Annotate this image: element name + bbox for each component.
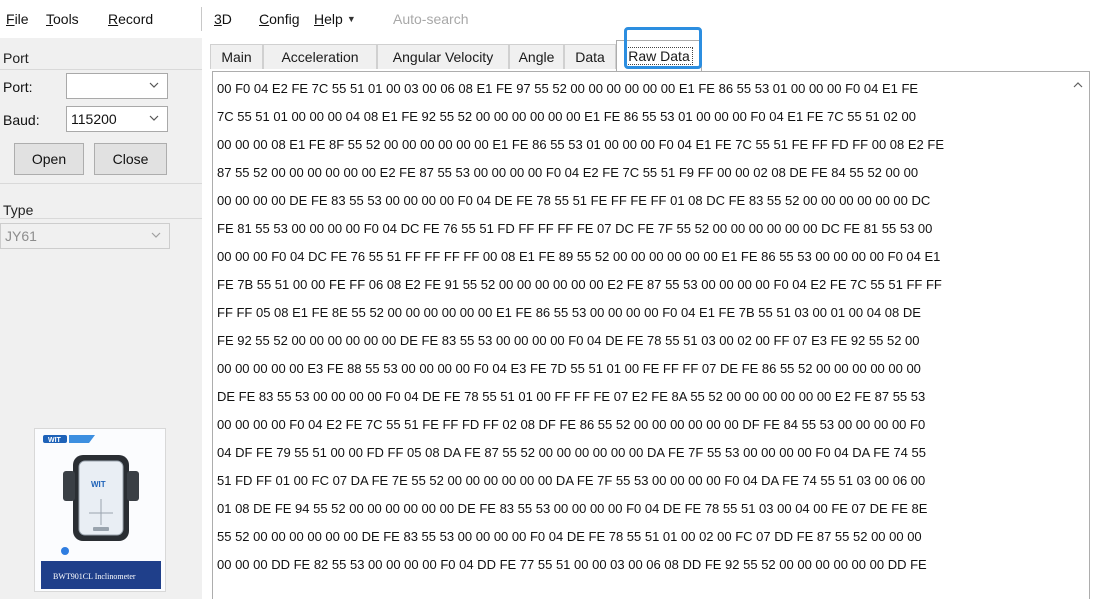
tab-raw-data[interactable]: Raw Data	[616, 40, 702, 71]
port-select[interactable]	[66, 73, 168, 99]
svg-text:WIT: WIT	[48, 437, 62, 444]
dropdown-caret-icon: ▼	[346, 14, 356, 24]
raw-data-line: 01 08 DE FE 94 55 52 00 00 00 00 00 00 D…	[217, 501, 928, 516]
type-value: JY61	[5, 228, 37, 244]
product-image: WIT WIT BWT901CL Inclinometer	[34, 428, 166, 592]
raw-data-line: 00 00 00 DD FE 82 55 53 00 00 00 00 F0 0…	[217, 557, 927, 572]
product-caption: BWT901CL Inclinometer	[53, 572, 136, 581]
open-button[interactable]: Open	[14, 143, 84, 175]
menu-auto-search: Auto-search	[393, 11, 469, 27]
svg-text:WIT: WIT	[91, 480, 106, 489]
tab-angular-velocity[interactable]: Angular Velocity	[377, 44, 509, 69]
menu-help[interactable]: Help ▼	[314, 11, 356, 27]
tab-angle[interactable]: Angle	[509, 44, 564, 69]
menu-bar: File Tools Record 3D Config Help ▼ Auto-s…	[0, 0, 1100, 38]
port-group-title: Port	[3, 50, 29, 66]
menu-config[interactable]: Config	[259, 11, 299, 27]
raw-data-line: FE 81 55 53 00 00 00 00 F0 04 DC FE 76 5…	[217, 221, 933, 236]
port-group-divider	[0, 69, 202, 70]
chevron-down-icon	[151, 232, 161, 238]
scroll-up-arrow-icon[interactable]	[1073, 81, 1083, 89]
chevron-down-icon	[149, 82, 159, 88]
menu-tools[interactable]: Tools	[46, 11, 79, 27]
menu-separator	[201, 7, 202, 31]
type-group-title: Type	[3, 202, 34, 218]
raw-data-line: 04 DF FE 79 55 51 00 00 FD FF 05 08 DA F…	[217, 445, 926, 460]
menu-3d[interactable]: 3D	[214, 11, 232, 27]
raw-data-line: 00 00 00 F0 04 DC FE 76 55 51 FF FF FF F…	[217, 249, 941, 264]
raw-data-line: 00 F0 04 E2 FE 7C 55 51 01 00 03 00 06 0…	[217, 81, 919, 96]
tab-data[interactable]: Data	[564, 44, 616, 69]
port-group-bottom-divider	[0, 183, 202, 184]
raw-data-line: 00 00 00 00 F0 04 E2 FE 7C 55 51 FE FF F…	[217, 417, 926, 432]
port-label: Port:	[3, 79, 33, 95]
raw-data-line: DE FE 83 55 53 00 00 00 00 F0 04 DE FE 7…	[217, 389, 926, 404]
raw-data-line: 55 52 00 00 00 00 00 00 DE FE 83 55 53 0…	[217, 529, 922, 544]
type-select[interactable]: JY61	[0, 223, 170, 249]
raw-data-line: FE 92 55 52 00 00 00 00 00 00 DE FE 83 5…	[217, 333, 920, 348]
baud-value: 115200	[71, 111, 117, 127]
raw-data-line: 51 FD FF 01 00 FC 07 DA FE 7E 55 52 00 0…	[217, 473, 926, 488]
menu-file[interactable]: File	[6, 11, 29, 27]
baud-label: Baud:	[3, 112, 40, 128]
raw-data-line: 87 55 52 00 00 00 00 00 00 E2 FE 87 55 5…	[217, 165, 919, 180]
close-button[interactable]: Close	[94, 143, 167, 175]
raw-data-line: 00 00 00 08 E1 FE 8F 55 52 00 00 00 00 0…	[217, 137, 945, 152]
raw-data-textbox[interactable]: 00 F0 04 E2 FE 7C 55 51 01 00 03 00 06 0…	[212, 71, 1090, 599]
raw-data-line: 7C 55 51 01 00 00 00 04 08 E1 FE 92 55 5…	[217, 109, 916, 124]
raw-data-line: FF FF 05 08 E1 FE 8E 55 52 00 00 00 00 0…	[217, 305, 921, 320]
raw-data-line: FE 7B 55 51 00 00 FE FF 06 08 E2 FE 91 5…	[217, 277, 942, 292]
tab-acceleration[interactable]: Acceleration	[263, 44, 377, 69]
menu-record[interactable]: Record	[108, 11, 153, 27]
tab-main[interactable]: Main	[210, 44, 263, 69]
type-group-divider	[0, 218, 202, 219]
baud-select[interactable]: 115200	[66, 106, 168, 132]
raw-data-line: 00 00 00 00 DE FE 83 55 53 00 00 00 00 F…	[217, 193, 931, 208]
device-illustration: WIT WIT BWT901CL Inclinometer	[35, 429, 165, 591]
raw-data-line: 00 00 00 00 00 E3 FE 88 55 53 00 00 00 0…	[217, 361, 921, 376]
chevron-down-icon	[149, 115, 159, 121]
